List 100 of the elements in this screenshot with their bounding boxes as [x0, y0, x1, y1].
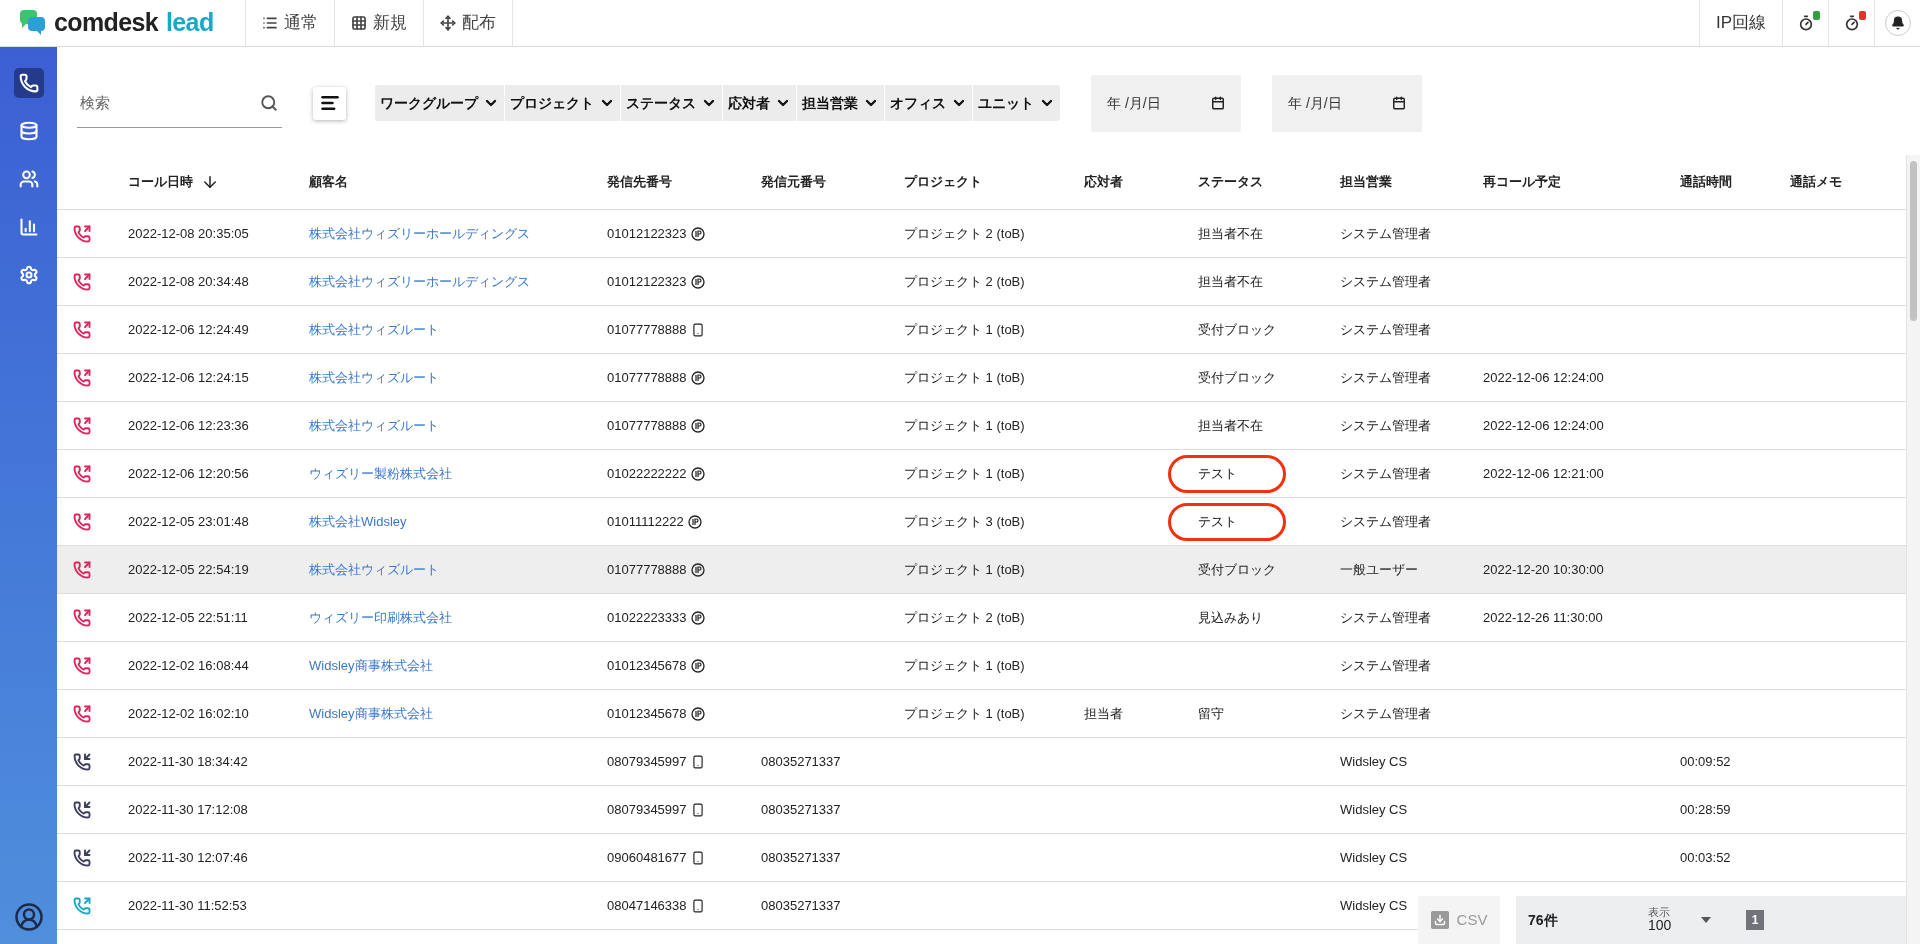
outgoing-call-icon — [73, 608, 91, 627]
project-name: プロジェクト 1 (toB) — [904, 560, 1025, 579]
customer-link[interactable]: 株式会社ウィズルート — [309, 559, 439, 580]
filter-dropdown[interactable]: プロジェクト — [505, 85, 621, 121]
settings-icon — [18, 265, 39, 285]
recall-datetime: 2022-12-26 11:30:00 — [1483, 608, 1603, 627]
search-field[interactable]: 検索 — [77, 78, 282, 128]
outgoing-call-icon — [73, 464, 91, 483]
customer-link[interactable]: 株式会社ウィズルート — [309, 367, 439, 388]
column-header[interactable]: 発信元番号 — [761, 172, 826, 192]
per-page-value: 100 — [1648, 918, 1672, 934]
bell-icon — [1890, 16, 1905, 30]
status-text: 受付ブロック — [1198, 560, 1276, 579]
column-header[interactable]: プロジェクト — [904, 172, 982, 192]
column-header[interactable]: 通話メモ — [1790, 172, 1842, 192]
project-name: プロジェクト 1 (toB) — [904, 464, 1025, 483]
outgoing-call-icon — [73, 896, 91, 915]
call-datetime: 2022-11-30 17:12:08 — [128, 800, 248, 819]
sort-arrow-icon[interactable] — [201, 173, 219, 191]
search-icon — [260, 94, 278, 112]
logo-icon — [18, 10, 46, 36]
sales-rep: システム管理者 — [1340, 704, 1431, 723]
table-row[interactable]: 2022-12-05 22:54:19 株式会社ウィズルート 01077778888 プロジェクト 1 (toB) 受付ブロック 一般ユーザー 2022-12-20 10:30:00 — [57, 546, 1906, 594]
line-button[interactable]: IP回線 — [1698, 0, 1782, 46]
per-page-label: 表示 — [1648, 906, 1671, 919]
per-page-select[interactable]: 表示 100 — [1648, 906, 1746, 934]
ip-icon — [690, 658, 705, 673]
incoming-call-icon — [73, 848, 91, 867]
sidebar-item[interactable] — [13, 68, 44, 98]
column-header[interactable]: ステータス — [1198, 172, 1263, 192]
sales-rep: システム管理者 — [1340, 656, 1431, 675]
customer-link[interactable]: 株式会社ウィズルート — [309, 319, 439, 340]
phone-number: 01077778888 — [607, 416, 687, 435]
filter-dropdown[interactable]: ユニット — [973, 85, 1060, 121]
user-avatar-icon[interactable] — [13, 902, 44, 932]
status-text: 担当者不在 — [1198, 272, 1263, 291]
call-duration: 00:28:59 — [1680, 800, 1731, 819]
bar-chart-icon — [18, 217, 39, 237]
call-datetime: 2022-12-06 12:20:56 — [128, 464, 249, 483]
filter-dropdown[interactable]: オフィス — [885, 85, 973, 121]
customer-link[interactable]: Widsley商事株式会社 — [309, 703, 433, 724]
customer-link[interactable]: ウィズリー製粉株式会社 — [309, 463, 452, 484]
outgoing-call-icon — [73, 368, 91, 387]
nav-tab[interactable]: 新規 — [335, 0, 424, 46]
column-header[interactable]: 担当営業 — [1340, 172, 1392, 192]
project-name: プロジェクト 2 (toB) — [904, 608, 1025, 627]
calendar-icon — [1211, 96, 1225, 110]
call-datetime: 2022-11-30 11:52:53 — [128, 896, 247, 915]
column-header[interactable]: 発信先番号 — [607, 172, 672, 192]
column-header[interactable]: 顧客名 — [309, 172, 348, 192]
customer-link[interactable]: 株式会社Widsley — [309, 511, 407, 532]
filter-dropdown[interactable]: ワークグループ — [375, 85, 505, 121]
column-header[interactable]: 通話時間 — [1680, 172, 1732, 192]
customer-link[interactable]: 株式会社ウィズリーホールディングス — [309, 223, 530, 244]
customer-link[interactable]: Widsley商事株式会社 — [309, 655, 433, 676]
call-datetime: 2022-11-30 18:34:42 — [128, 752, 248, 771]
date-field[interactable]: 年 /月/日 — [1272, 74, 1422, 132]
sales-rep: システム管理者 — [1340, 512, 1431, 531]
customer-link[interactable]: ウィズリー印刷株式会社 — [309, 607, 452, 628]
outgoing-call-icon — [73, 656, 91, 675]
ip-icon — [690, 274, 705, 289]
phone-number: 01011112222 — [607, 512, 684, 531]
call-datetime: 2022-12-08 20:35:05 — [128, 224, 249, 243]
view-toggle-button[interactable] — [313, 86, 346, 120]
outgoing-call-icon — [73, 320, 91, 339]
scrollbar[interactable] — [1906, 155, 1920, 944]
project-name: プロジェクト 1 (toB) — [904, 368, 1025, 387]
database-icon — [18, 121, 39, 141]
status-text: テスト — [1198, 464, 1237, 483]
sales-rep: システム管理者 — [1340, 608, 1431, 627]
ip-icon — [690, 226, 705, 241]
product-name: lead — [166, 7, 214, 39]
call-datetime: 2022-12-06 12:24:49 — [128, 320, 249, 339]
nav-tab[interactable]: 通常 — [246, 0, 335, 46]
outgoing-call-icon — [73, 704, 91, 723]
filter-dropdown[interactable]: 応対者 — [723, 85, 797, 121]
outgoing-call-icon — [73, 512, 91, 531]
calendar-icon — [1392, 96, 1406, 110]
customer-link[interactable]: 株式会社ウィズルート — [309, 415, 439, 436]
incoming-call-icon — [73, 800, 91, 819]
call-datetime: 2022-12-05 22:54:19 — [128, 560, 249, 579]
filter-dropdown[interactable]: ステータス — [621, 85, 723, 121]
nav-tab[interactable]: 配布 — [424, 0, 513, 46]
customer-link[interactable]: 株式会社ウィズリーホールディングス — [309, 271, 530, 292]
status-text: 受付ブロック — [1198, 368, 1276, 387]
mobile-icon — [690, 850, 705, 865]
sales-rep: Widsley CS — [1340, 752, 1408, 771]
caret-icon — [1701, 917, 1712, 923]
status-text: 留守 — [1198, 704, 1224, 723]
sales-rep: システム管理者 — [1340, 368, 1431, 387]
column-header[interactable]: コール日時 — [128, 172, 193, 192]
project-name: プロジェクト 1 (toB) — [904, 656, 1025, 675]
call-datetime: 2022-12-06 12:23:36 — [128, 416, 249, 435]
phone-number: 01077778888 — [607, 368, 687, 387]
date-field[interactable]: 年 /月/日 — [1091, 74, 1241, 132]
filter-dropdown[interactable]: 担当営業 — [797, 85, 885, 121]
column-header[interactable]: 再コール予定 — [1483, 172, 1561, 192]
column-header[interactable]: 応対者 — [1084, 172, 1123, 192]
list-icon — [319, 93, 340, 113]
page-button[interactable]: 1 — [1746, 910, 1764, 930]
